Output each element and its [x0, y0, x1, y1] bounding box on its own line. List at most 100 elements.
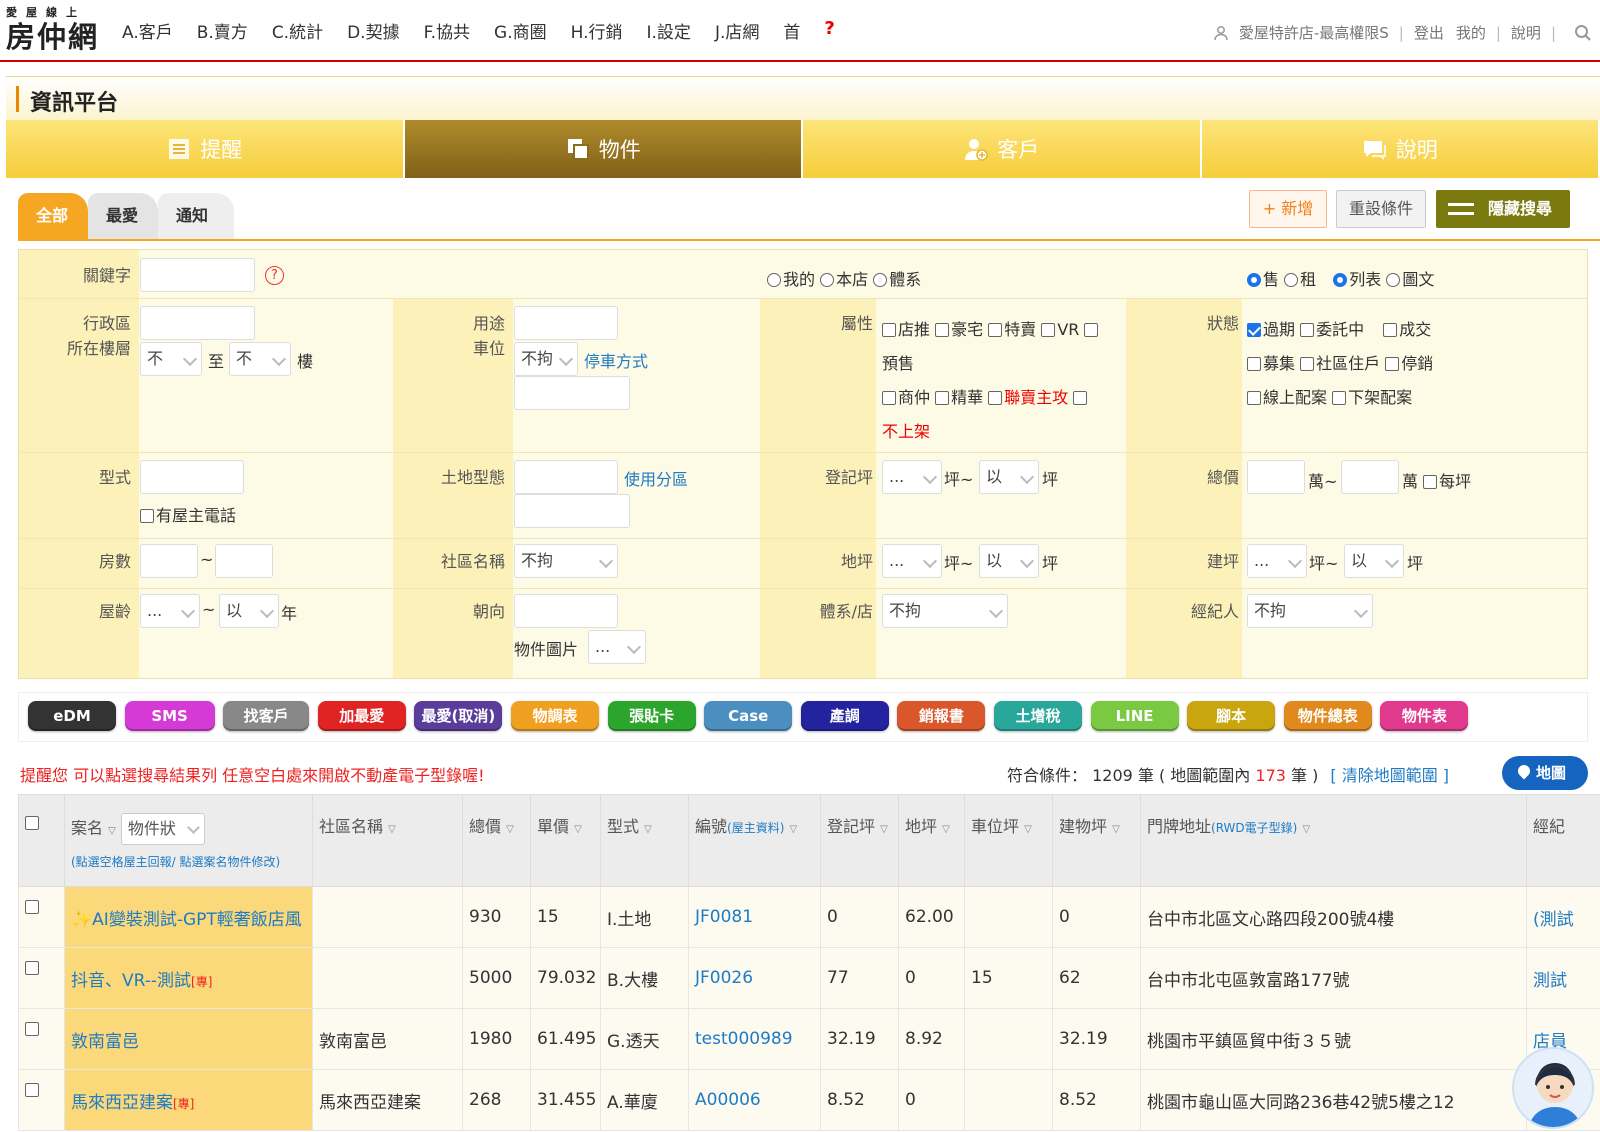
- action-button-3[interactable]: 加最愛: [317, 701, 406, 731]
- floor-to-select[interactable]: 不: [229, 342, 291, 376]
- tab-reminder[interactable]: 提醒: [6, 120, 405, 178]
- col-unit-price[interactable]: 單價 ▽: [530, 794, 601, 887]
- tab-favorites[interactable]: 最愛: [88, 193, 158, 239]
- parking-select[interactable]: 不拘: [514, 342, 578, 376]
- question-icon[interactable]: ?: [265, 266, 284, 285]
- cell-agent[interactable]: 測試: [1526, 947, 1600, 1009]
- checkbox[interactable]: [1300, 323, 1315, 337]
- tab-customer[interactable]: 客戶: [803, 120, 1202, 178]
- cell-code[interactable]: test000989: [688, 1008, 821, 1070]
- checkbox[interactable]: [1300, 357, 1315, 371]
- cell-code[interactable]: JF0026: [688, 947, 821, 1009]
- radio-mine[interactable]: [767, 273, 781, 287]
- action-button-8[interactable]: 產調: [800, 701, 889, 731]
- mine-link[interactable]: 我的: [1456, 22, 1486, 43]
- land-type-input[interactable]: [514, 460, 618, 494]
- action-button-12[interactable]: 腳本: [1187, 701, 1276, 731]
- radio-store[interactable]: [820, 273, 835, 287]
- select-all-checkbox[interactable]: [25, 816, 39, 830]
- cell-name[interactable]: 抖音、VR--測試[專]: [64, 947, 313, 1009]
- checkbox[interactable]: [882, 391, 896, 405]
- col-agent[interactable]: 經紀: [1526, 794, 1600, 887]
- checkbox-expired[interactable]: [1247, 323, 1261, 337]
- checkbox[interactable]: [1084, 323, 1099, 337]
- cell-address[interactable]: 桃園市平鎮區貿中街３５號: [1140, 1008, 1527, 1070]
- cell-address[interactable]: 台中市北區文心路四段200號4樓: [1140, 886, 1527, 948]
- table-row[interactable]: 馬來西亞建案[專] 馬來西亞建案 268 31.455 A.華廈 A00006 8.52 0 8…: [18, 1069, 1600, 1131]
- checkbox[interactable]: [988, 323, 1003, 337]
- total-price-from[interactable]: [1247, 460, 1305, 494]
- col-name[interactable]: 案名 ▽ 物件狀 (點選空格屋主回報/ 點選案名物件修改): [64, 794, 313, 887]
- rooms-from[interactable]: [140, 544, 198, 578]
- status-select[interactable]: 物件狀: [120, 813, 205, 845]
- help-icon[interactable]: ?: [824, 18, 834, 43]
- tab-property[interactable]: 物件: [404, 120, 803, 178]
- facing-input[interactable]: [514, 594, 618, 628]
- checkbox[interactable]: [988, 391, 1003, 405]
- action-button-2[interactable]: 找客戶: [223, 701, 310, 731]
- row-checkbox[interactable]: [25, 1022, 39, 1036]
- search-icon[interactable]: [1574, 24, 1592, 42]
- clear-map-range-link[interactable]: [ 清除地圖範圍 ]: [1330, 766, 1449, 785]
- age-to[interactable]: 以: [219, 594, 279, 628]
- reg-ping-from[interactable]: ...: [882, 460, 942, 494]
- table-row[interactable]: 抖音、VR--測試[專] 5000 79.032 B.大樓 JF0026 77 0 15 62 台…: [18, 947, 1600, 1009]
- zoning-input[interactable]: [514, 494, 630, 528]
- col-community[interactable]: 社區名稱 ▽: [312, 794, 463, 887]
- cell-code[interactable]: JF0081: [688, 886, 821, 948]
- menu-item-cooperation[interactable]: F.協共: [424, 18, 470, 43]
- menu-item-customer[interactable]: A.客戶: [122, 18, 173, 43]
- build-ping-to[interactable]: 以: [1344, 544, 1404, 578]
- checkbox[interactable]: [1247, 357, 1261, 371]
- checkbox[interactable]: [1383, 323, 1398, 337]
- menu-item-store-web[interactable]: J.店網: [715, 18, 759, 43]
- cell-code[interactable]: A00006: [688, 1069, 821, 1131]
- reset-filters-button[interactable]: 重設條件: [1336, 190, 1426, 228]
- checkbox-per-ping[interactable]: [1423, 475, 1438, 489]
- district-input[interactable]: [140, 306, 255, 340]
- action-button-11[interactable]: LINE: [1090, 701, 1179, 731]
- col-reg-ping[interactable]: 登記坪 ▽: [820, 794, 899, 887]
- action-button-14[interactable]: 物件表: [1380, 701, 1469, 731]
- cell-name[interactable]: 馬來西亞建案[專]: [64, 1069, 313, 1131]
- action-button-13[interactable]: 物件總表: [1283, 701, 1372, 731]
- hide-search-button[interactable]: 隱藏搜尋: [1436, 190, 1570, 228]
- col-total-price[interactable]: 總價 ▽: [462, 794, 531, 887]
- photo-select[interactable]: ...: [588, 630, 646, 664]
- user-name[interactable]: 愛屋特許店-最高權限S: [1239, 22, 1389, 43]
- cell-address[interactable]: 桃園市龜山區大同路236巷42號5樓之12: [1140, 1069, 1527, 1131]
- logo[interactable]: 愛屋線上 房仲網: [6, 4, 106, 58]
- checkbox[interactable]: [935, 391, 950, 405]
- radio-list-view[interactable]: [1333, 273, 1348, 287]
- row-checkbox[interactable]: [25, 961, 39, 975]
- col-type[interactable]: 型式 ▽: [600, 794, 689, 887]
- tab-all[interactable]: 全部: [18, 193, 88, 239]
- row-checkbox[interactable]: [25, 900, 39, 914]
- zoning-link[interactable]: 使用分區: [624, 466, 688, 490]
- col-land-ping[interactable]: 地坪 ▽: [898, 794, 965, 887]
- map-button[interactable]: 地圖: [1502, 756, 1588, 790]
- action-button-5[interactable]: 物調表: [511, 701, 599, 731]
- parking-method-link[interactable]: 停車方式: [584, 348, 648, 372]
- col-build-ping[interactable]: 建物坪 ▽: [1052, 794, 1141, 887]
- system-store-select[interactable]: 不拘: [882, 594, 1008, 628]
- checkbox[interactable]: [1247, 391, 1261, 405]
- menu-item-home[interactable]: 首: [783, 18, 800, 43]
- menu-item-business-area[interactable]: G.商圈: [494, 18, 547, 43]
- checkbox[interactable]: [935, 323, 950, 337]
- action-button-1[interactable]: SMS: [124, 701, 215, 731]
- reg-ping-to[interactable]: 以: [979, 460, 1039, 494]
- checkbox[interactable]: [140, 509, 154, 523]
- keyword-input[interactable]: [140, 258, 255, 292]
- menu-item-seller[interactable]: B.賣方: [197, 18, 248, 43]
- cell-agent[interactable]: (測試: [1526, 886, 1600, 948]
- checkbox[interactable]: [1073, 391, 1088, 405]
- age-from[interactable]: ...: [140, 594, 200, 628]
- action-button-0[interactable]: eDM: [28, 701, 116, 731]
- checkbox[interactable]: [882, 323, 896, 337]
- build-ping-from[interactable]: ...: [1247, 544, 1307, 578]
- table-row[interactable]: ✨AI變裝測試-GPT輕奢飯店風 930 15 I.土地 JF0081 0 62.00 0 台中…: [18, 886, 1600, 948]
- cell-address[interactable]: 台中市北屯區敦富路177號: [1140, 947, 1527, 1009]
- action-button-6[interactable]: 張貼卡: [607, 701, 696, 731]
- rooms-to[interactable]: [215, 544, 273, 578]
